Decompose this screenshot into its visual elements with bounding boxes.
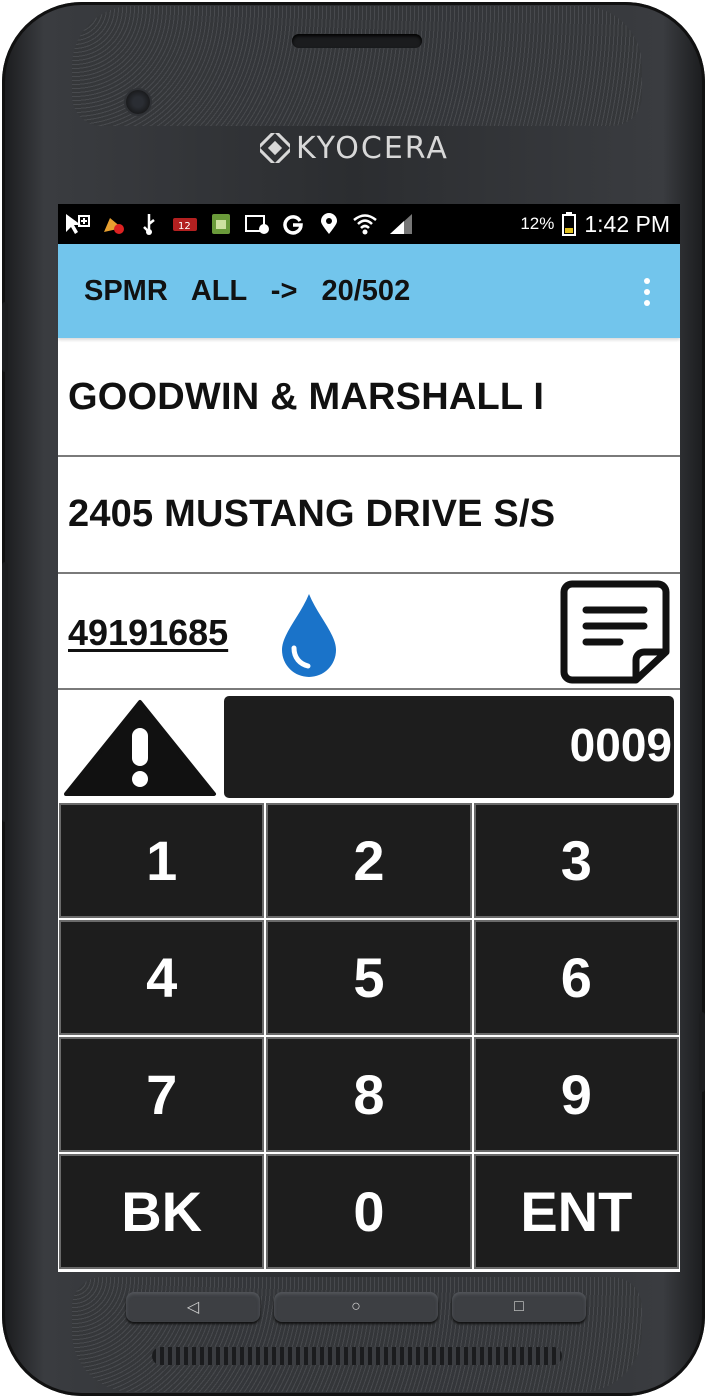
address-row: 2405 MUSTANG DRIVE S/S [58,457,680,574]
side-button-left-lower[interactable] [2,562,8,822]
customer-address: 2405 MUSTANG DRIVE S/S [68,493,556,535]
wifi-icon [353,214,377,235]
battery-icon [562,212,577,236]
key-enter[interactable]: ENT [473,1154,679,1269]
warning-icon[interactable] [62,698,218,798]
status-bar: 12 12% 1:42 PM [58,204,680,244]
top-bumper [72,6,642,126]
home-button[interactable]: ○ [274,1292,438,1322]
cursor-plus-icon [66,214,90,234]
key-7[interactable]: 7 [58,1037,265,1152]
water-drop-icon[interactable] [278,592,340,678]
key-9[interactable]: 9 [473,1037,679,1152]
usb-icon [143,214,155,235]
google-icon [283,215,303,235]
recents-button[interactable]: □ [452,1292,586,1322]
overflow-menu-icon[interactable] [642,276,652,308]
key-1[interactable]: 1 [58,803,265,918]
key-backspace[interactable]: BK [58,1154,265,1269]
location-icon [321,213,337,234]
screen: 12 12% 1:42 PM SPMR ALL -> 20/502 GOODWI… [58,204,680,1272]
key-0[interactable]: 0 [266,1154,472,1269]
customer-name-row: GOODWIN & MARSHALL I [58,338,680,457]
app-bar: SPMR ALL -> 20/502 [58,244,680,338]
signal-icon [390,214,412,234]
key-3[interactable]: 3 [473,803,679,918]
app-title: SPMR ALL -> 20/502 [84,274,411,307]
battery-percent: 12% [520,214,555,233]
reading-display[interactable]: 0009 [224,696,674,798]
brand-name: KYOCERA [296,130,449,166]
brand-logo: KYOCERA [260,128,460,168]
key-4[interactable]: 4 [58,920,265,1035]
sim-icon [212,214,230,234]
home-icon: ○ [351,1298,361,1315]
speaker-grille [152,1347,562,1365]
reading-value: 0009 [569,719,672,771]
phone-body: KYOCERA 12 12% 1:42 PM SPMR ALL -> 20/50… [2,2,705,1396]
battery-alert-icon: 12 [173,218,197,232]
key-6[interactable]: 6 [473,920,679,1035]
side-button-left[interactable] [2,302,8,372]
notes-icon[interactable] [560,580,670,684]
keypad: 1 2 3 4 5 6 7 8 9 BK 0 ENT [58,803,679,1269]
key-2[interactable]: 2 [266,803,472,918]
svg-text:12: 12 [178,221,191,232]
recents-icon: □ [514,1298,524,1315]
side-button-right[interactable] [699,1012,705,1092]
meter-number-link[interactable]: 49191685 [68,612,228,654]
customer-name: GOODWIN & MARSHALL I [68,376,545,418]
key-5[interactable]: 5 [266,920,472,1035]
gallery-icon [245,215,269,234]
status-icons: 12 [58,212,414,236]
earpiece-speaker [292,34,422,48]
key-8[interactable]: 8 [266,1037,472,1152]
clock: 1:42 PM [584,210,670,237]
kyocera-logo-icon [260,133,290,163]
meter-row: 49191685 [58,574,680,690]
back-icon: ◁ [186,1299,200,1316]
back-button[interactable]: ◁ [126,1292,260,1322]
app-update-icon [104,218,124,234]
status-right: 12% 1:42 PM [520,211,680,238]
front-camera [126,90,150,114]
